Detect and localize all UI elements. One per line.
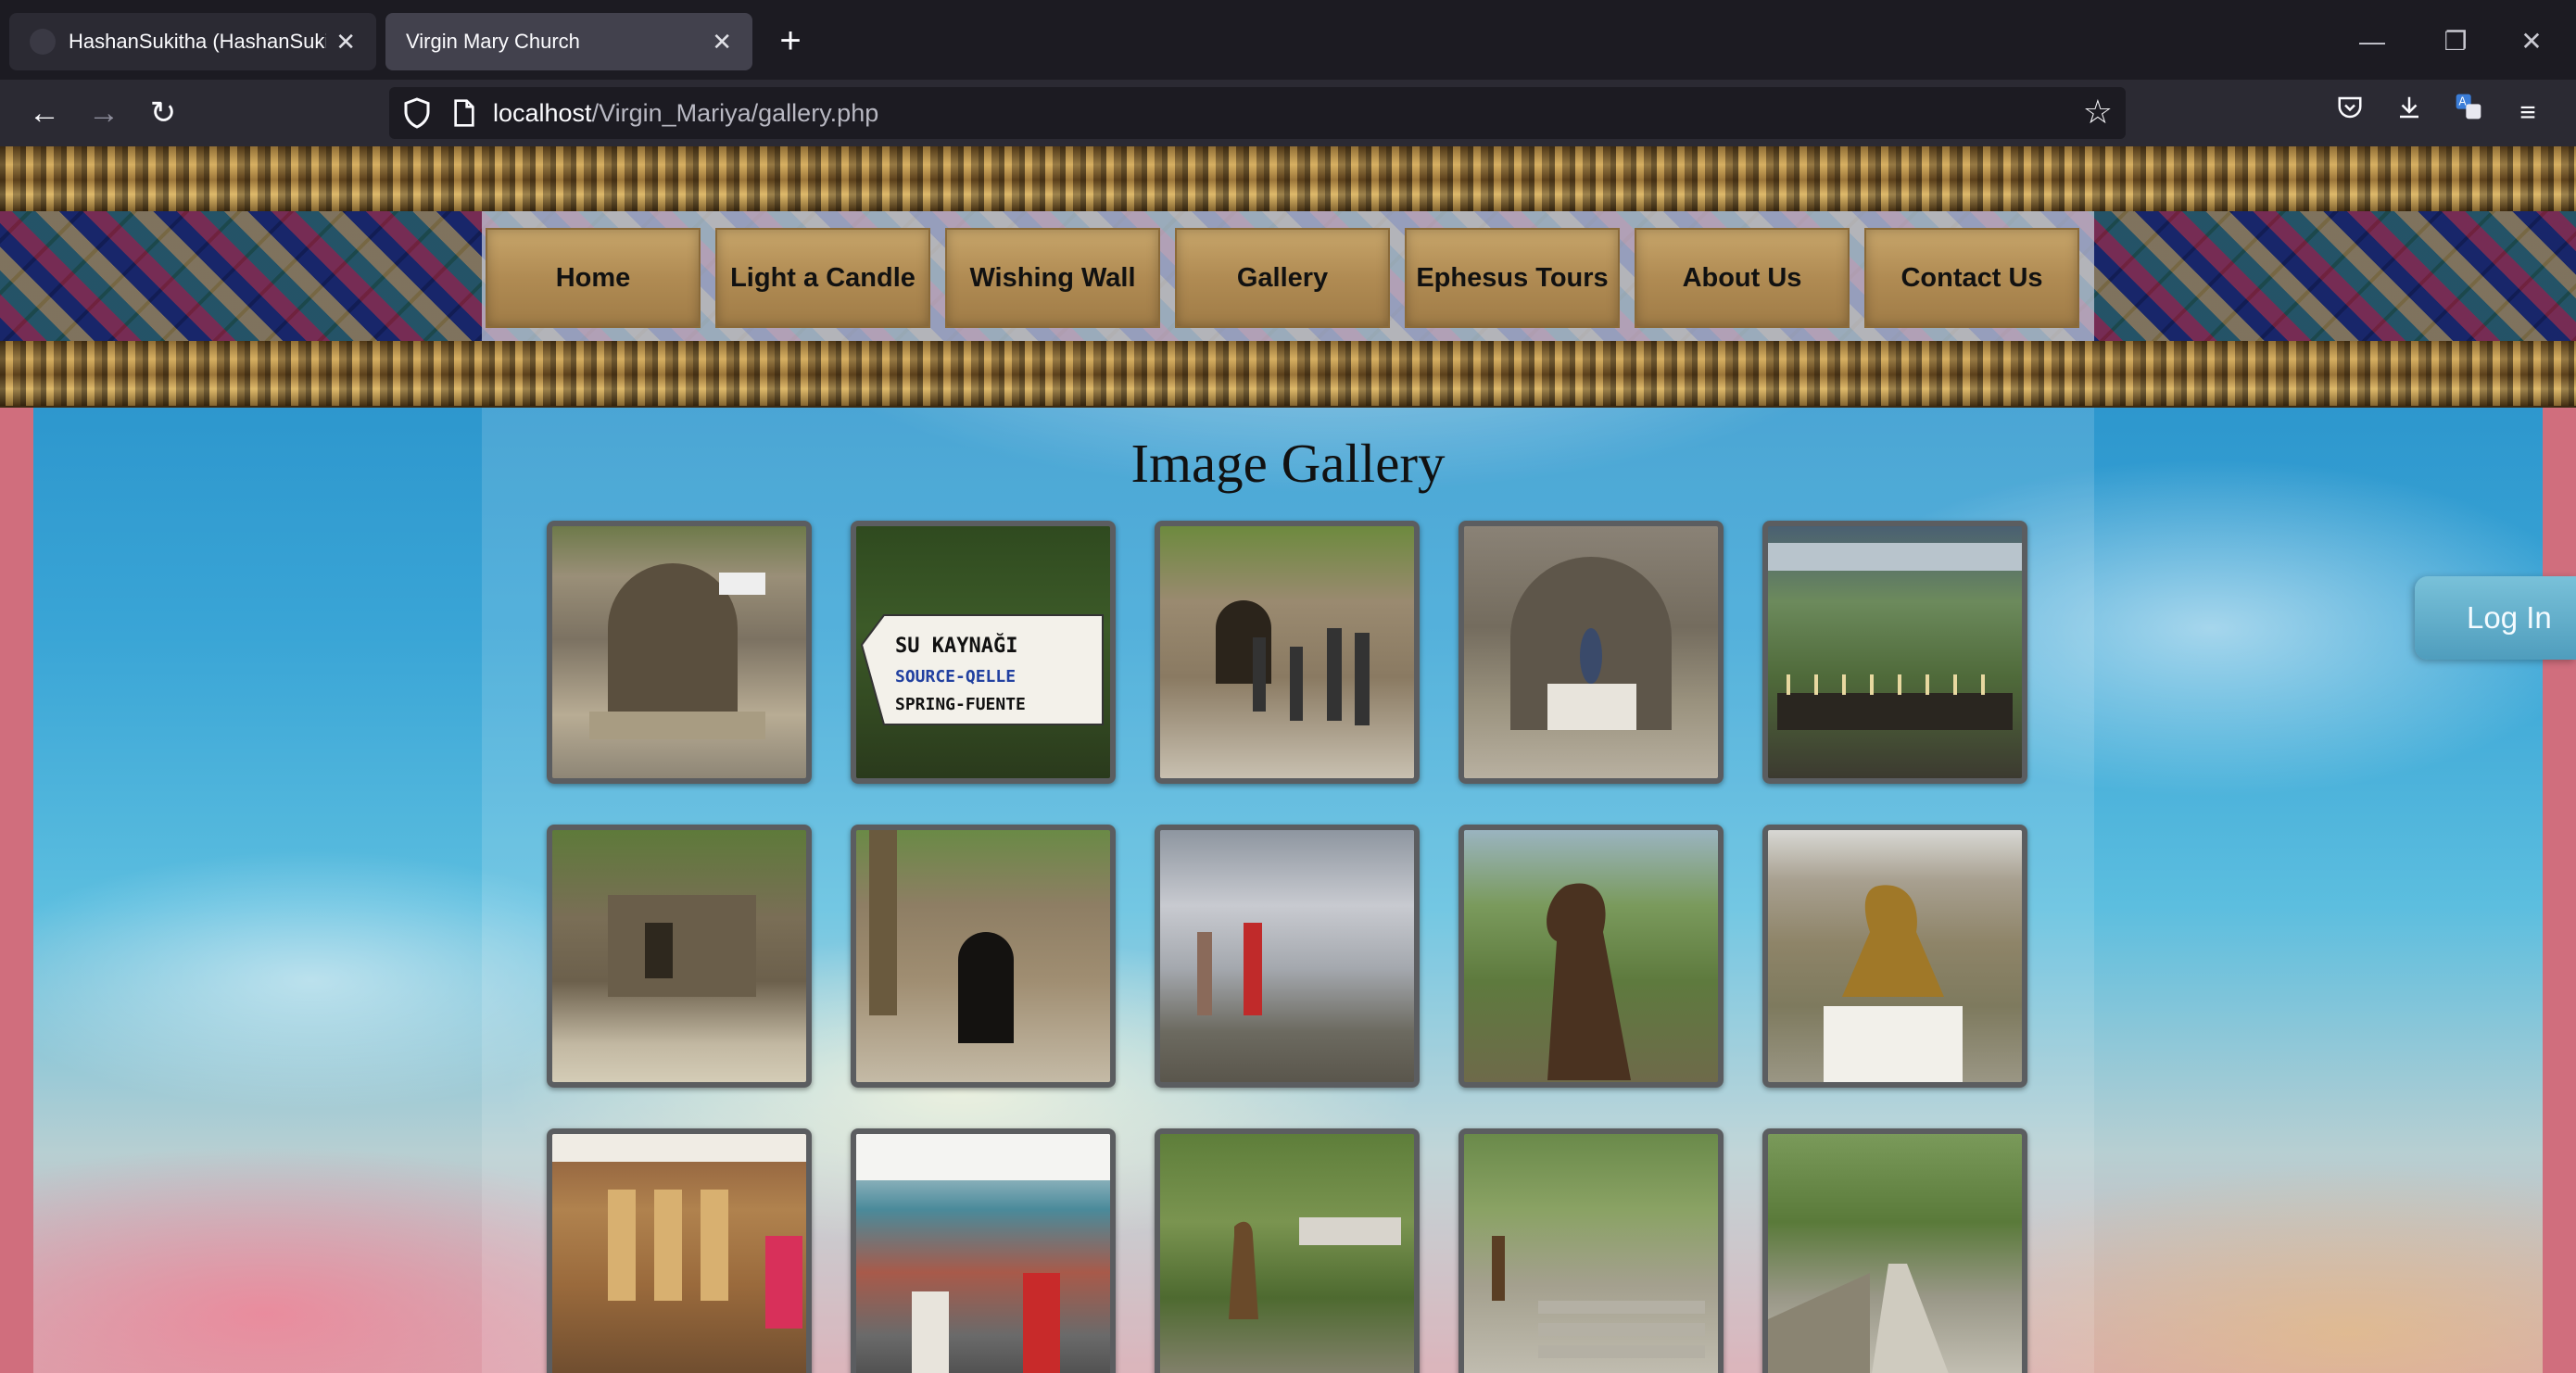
nav-wishing-wall[interactable]: Wishing Wall xyxy=(945,228,1160,328)
tab-close-icon[interactable]: ✕ xyxy=(712,28,732,57)
nav-ephesus-tours[interactable]: Ephesus Tours xyxy=(1405,228,1620,328)
gallery-thumb-visitors-at-house-photo[interactable] xyxy=(1155,521,1420,784)
page-icon xyxy=(454,99,474,127)
gallery-thumb-souvenir-shop-photo[interactable] xyxy=(547,1128,812,1373)
tab-title: HashanSukitha (HashanSukitha xyxy=(69,30,326,53)
tab-close-icon[interactable]: ✕ xyxy=(335,28,356,57)
svg-text:A: A xyxy=(2458,95,2467,108)
gallery-thumb-stone-spring-fountain-photo[interactable] xyxy=(547,521,812,784)
tab-virgin-mary-church[interactable]: Virgin Mary Church ✕ xyxy=(385,13,752,70)
shield-icon[interactable] xyxy=(400,96,434,130)
window-close-icon[interactable]: ✕ xyxy=(2504,19,2559,65)
main-nav: Home Light a Candle Wishing Wall Gallery… xyxy=(482,228,2094,328)
download-icon[interactable] xyxy=(2387,91,2431,135)
github-favicon-icon xyxy=(30,29,56,55)
bookmark-star-icon[interactable]: ☆ xyxy=(2083,93,2113,132)
back-arrow-icon[interactable]: ← xyxy=(22,91,67,135)
gallery-thumb-bronze-statue-photo[interactable] xyxy=(1458,825,1724,1088)
restore-icon[interactable]: ❐ xyxy=(2428,19,2483,65)
nav-gallery[interactable]: Gallery xyxy=(1175,228,1390,328)
nav-about-us[interactable]: About Us xyxy=(1635,228,1850,328)
gallery-thumb-stone-steps-photo[interactable] xyxy=(1458,1128,1724,1373)
page-viewport: Home Light a Candle Wishing Wall Gallery… xyxy=(0,146,2576,1373)
hamburger-menu-icon[interactable]: ≡ xyxy=(2506,91,2550,135)
gallery-thumb-wishing-wall-photo[interactable] xyxy=(1155,825,1420,1088)
gallery-thumb-stone-ruins-photo[interactable] xyxy=(547,825,812,1088)
pocket-icon[interactable] xyxy=(2328,91,2372,135)
translate-icon[interactable]: A xyxy=(2446,91,2491,135)
forward-arrow-icon[interactable]: → xyxy=(82,91,126,135)
minimize-icon[interactable]: — xyxy=(2344,19,2400,65)
gallery-thumb-su-kaynagi-sign-photo[interactable]: SU KAYNAĞI SOURCE-QELLE SPRING-FUENTE xyxy=(851,521,1116,784)
url-text[interactable]: localhost/Virgin_Mariya/gallery.php xyxy=(493,99,878,128)
gallery-thumb-candle-stand-photo[interactable] xyxy=(1762,521,2027,784)
gallery-thumb-arched-doorway-photo[interactable] xyxy=(851,825,1116,1088)
sign-text-line1: SU KAYNAĞI xyxy=(895,634,1017,658)
gallery-thumb-golden-statue-photo[interactable] xyxy=(1762,825,2027,1088)
url-host: localhost xyxy=(493,99,592,127)
login-button[interactable]: Log In xyxy=(2415,576,2576,660)
reload-icon[interactable]: ↻ xyxy=(141,91,185,135)
page-title: Image Gallery xyxy=(1130,433,1446,494)
gallery-thumb-garden-path-photo[interactable] xyxy=(1762,1128,2027,1373)
sign-text-line2: SOURCE-QELLE xyxy=(895,667,1016,686)
new-tab-plus-icon[interactable]: + xyxy=(769,20,812,63)
gallery-thumb-gift-stall-photo[interactable] xyxy=(851,1128,1116,1373)
gilded-frame-top xyxy=(0,146,2576,211)
sign-text-line3: SPRING-FUENTE xyxy=(895,695,1026,714)
address-bar[interactable]: localhost/Virgin_Mariya/gallery.php ☆ xyxy=(389,87,2126,139)
site-header: Home Light a Candle Wishing Wall Gallery… xyxy=(0,146,2576,408)
nav-home[interactable]: Home xyxy=(486,228,701,328)
nav-contact-us[interactable]: Contact Us xyxy=(1864,228,2079,328)
url-path: /Virgin_Mariya/gallery.php xyxy=(591,99,879,127)
nav-light-a-candle[interactable]: Light a Candle xyxy=(715,228,930,328)
tab-strip: HashanSukitha (HashanSukitha ✕ Virgin Ma… xyxy=(0,0,2576,80)
gallery-panel: Image Gallery SU KAYNAĞI SOURCE-QELLE SP… xyxy=(482,408,2094,1373)
tab-title: Virgin Mary Church xyxy=(406,30,580,53)
gallery-thumb-garden-statue-photo[interactable] xyxy=(1155,1128,1420,1373)
gilded-frame-bottom xyxy=(0,341,2576,406)
navigation-toolbar: ← → ↻ localhost/Virgin_Mariya/gallery.ph… xyxy=(0,80,2576,146)
tab-github[interactable]: HashanSukitha (HashanSukitha ✕ xyxy=(9,13,376,70)
gallery-thumb-shrine-interior-photo[interactable] xyxy=(1458,521,1724,784)
